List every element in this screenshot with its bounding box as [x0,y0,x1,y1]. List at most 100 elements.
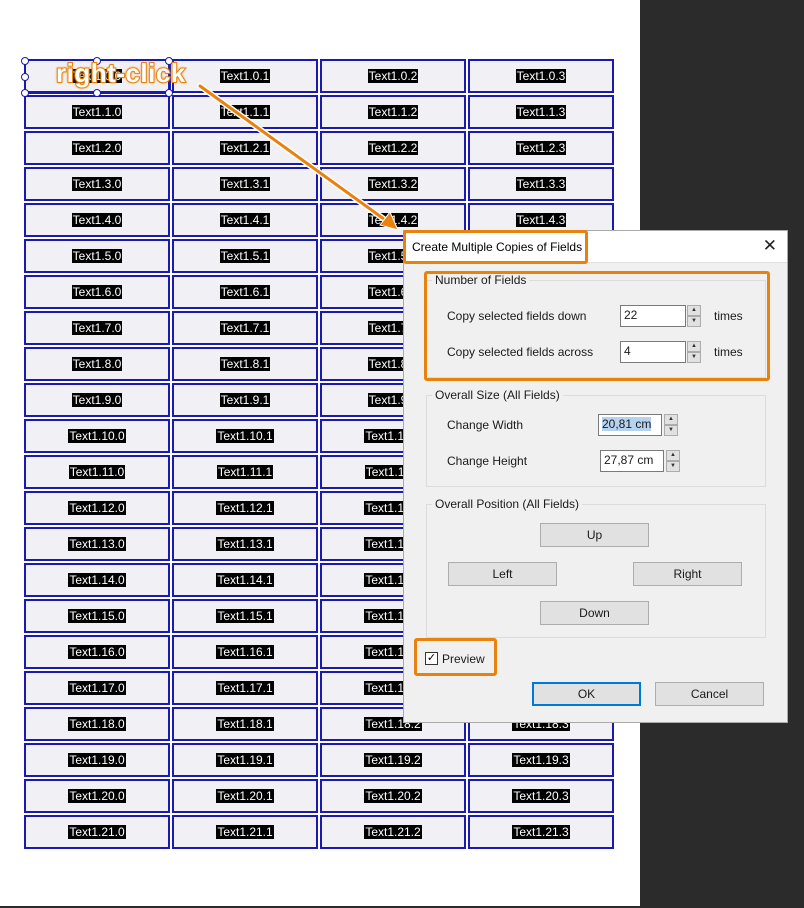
text-field[interactable]: Text1.12.1 [172,491,318,525]
selection-handle[interactable] [21,57,29,65]
text-field[interactable]: Text1.5.0 [24,239,170,273]
text-field-label: Text1.4.3 [515,213,567,227]
text-field[interactable]: Text1.5.1 [172,239,318,273]
text-field[interactable]: Text1.1.1 [172,95,318,129]
text-field[interactable]: Text1.21.0 [24,815,170,849]
text-field[interactable]: Text1.12.0 [24,491,170,525]
text-field[interactable]: Text1.19.1 [172,743,318,777]
text-field-label: Text1.6.1 [219,285,271,299]
text-field[interactable]: Text1.0.1 [172,59,318,93]
text-field[interactable]: Text1.16.1 [172,635,318,669]
text-field-label: Text1.10.0 [68,429,126,443]
text-field-label: Text1.15.1 [216,609,274,623]
move-right-button[interactable]: Right [633,562,742,586]
text-field[interactable]: Text1.17.1 [172,671,318,705]
change-width-input[interactable]: 20,81 cm [598,414,662,436]
text-field-label: Text1.5.1 [219,249,271,263]
text-field[interactable]: Text1.14.1 [172,563,318,597]
text-field[interactable]: Text1.14.0 [24,563,170,597]
text-field[interactable]: Text1.3.3 [468,167,614,201]
text-field[interactable]: Text1.6.0 [24,275,170,309]
text-field[interactable]: Text1.19.2 [320,743,466,777]
text-field-label: Text1.20.2 [364,789,422,803]
selection-handle[interactable] [21,89,29,97]
text-field[interactable]: Text1.9.0 [24,383,170,417]
text-field[interactable]: Text1.3.0 [24,167,170,201]
text-field-label: Text1.7.1 [219,321,271,335]
move-left-button[interactable]: Left [448,562,557,586]
chevron-down-icon[interactable]: ▼ [664,425,678,436]
text-field[interactable]: Text1.2.0 [24,131,170,165]
selection-handle[interactable] [93,89,101,97]
text-field[interactable]: Text1.9.1 [172,383,318,417]
text-field[interactable]: Text1.3.1 [172,167,318,201]
text-field[interactable]: Text1.20.3 [468,779,614,813]
text-field[interactable]: Text1.4.1 [172,203,318,237]
width-value: 20,81 cm [602,417,652,431]
change-height-input[interactable]: 27,87 cm [600,450,664,472]
selection-handle[interactable] [165,89,173,97]
text-field[interactable]: Text1.19.0 [24,743,170,777]
text-field[interactable]: Text1.20.2 [320,779,466,813]
text-field[interactable]: Text1.20.0 [24,779,170,813]
text-field[interactable]: Text1.1.3 [468,95,614,129]
text-field[interactable]: Text1.2.2 [320,131,466,165]
chevron-down-icon[interactable]: ▼ [666,461,680,472]
text-field[interactable]: Text1.8.1 [172,347,318,381]
text-field-label: Text1.9.1 [219,393,271,407]
overall-size-group: Overall Size (All Fields) [426,388,766,487]
text-field[interactable]: Text1.18.0 [24,707,170,741]
text-field[interactable]: Text1.1.0 [24,95,170,129]
right-click-annotation: right-click [55,57,186,89]
text-field[interactable]: Text1.10.0 [24,419,170,453]
ok-button[interactable]: OK [532,682,641,706]
move-down-button[interactable]: Down [540,601,649,625]
text-field-label: Text1.13.1 [216,537,274,551]
group-title: Overall Size (All Fields) [432,388,563,402]
chevron-up-icon[interactable]: ▲ [666,450,680,461]
move-up-button[interactable]: Up [540,523,649,547]
text-field[interactable]: Text1.19.3 [468,743,614,777]
text-field[interactable]: Text1.21.1 [172,815,318,849]
text-field-label: Text1.1.1 [219,105,271,119]
text-field[interactable]: Text1.21.2 [320,815,466,849]
text-field-label: Text1.21.2 [364,825,422,839]
cancel-button[interactable]: Cancel [655,682,764,706]
text-field[interactable]: Text1.20.1 [172,779,318,813]
text-field-label: Text1.21.1 [216,825,274,839]
text-field[interactable]: Text1.3.2 [320,167,466,201]
text-field[interactable]: Text1.18.1 [172,707,318,741]
close-icon[interactable]: ✕ [763,236,777,256]
text-field[interactable]: Text1.0.3 [468,59,614,93]
text-field[interactable]: Text1.16.0 [24,635,170,669]
selection-handle[interactable] [21,73,29,81]
group-title: Overall Position (All Fields) [432,497,583,511]
text-field[interactable]: Text1.2.3 [468,131,614,165]
text-field-label: Text1.11.1 [216,465,274,479]
text-field[interactable]: Text1.13.0 [24,527,170,561]
text-field[interactable]: Text1.15.0 [24,599,170,633]
width-stepper[interactable]: ▲ ▼ [664,414,678,436]
text-field[interactable]: Text1.21.3 [468,815,614,849]
chevron-up-icon[interactable]: ▲ [664,414,678,425]
text-field[interactable]: Text1.13.1 [172,527,318,561]
text-field[interactable]: Text1.11.0 [24,455,170,489]
text-field[interactable]: Text1.7.0 [24,311,170,345]
text-field[interactable]: Text1.17.0 [24,671,170,705]
text-field-label: Text1.3.3 [515,177,567,191]
height-stepper[interactable]: ▲ ▼ [666,450,680,472]
text-field[interactable]: Text1.15.1 [172,599,318,633]
text-field[interactable]: Text1.7.1 [172,311,318,345]
text-field[interactable]: Text1.2.1 [172,131,318,165]
text-field-label: Text1.3.0 [71,177,123,191]
text-field[interactable]: Text1.10.1 [172,419,318,453]
text-field[interactable]: Text1.0.2 [320,59,466,93]
text-field[interactable]: Text1.8.0 [24,347,170,381]
change-height-label: Change Height [447,454,528,468]
text-field-label: Text1.15.0 [68,609,126,623]
text-field[interactable]: Text1.1.2 [320,95,466,129]
text-field[interactable]: Text1.11.1 [172,455,318,489]
text-field[interactable]: Text1.6.1 [172,275,318,309]
text-field[interactable]: Text1.4.0 [24,203,170,237]
text-field-label: Text1.0.3 [515,69,567,83]
